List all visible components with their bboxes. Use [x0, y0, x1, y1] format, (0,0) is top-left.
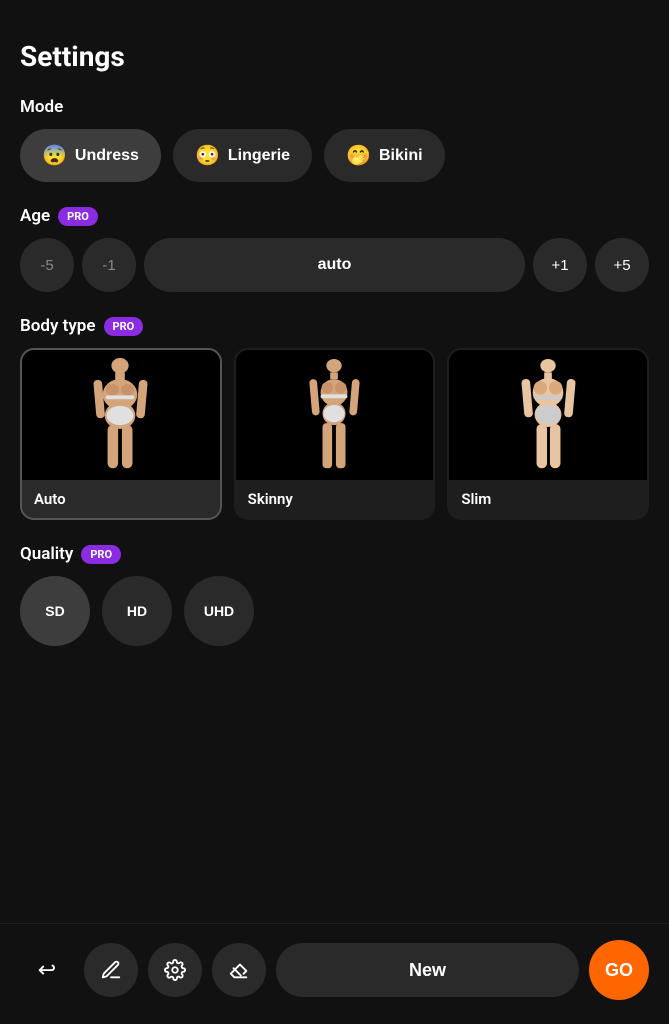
quality-hd-btn[interactable]: HD — [102, 576, 172, 646]
body-card-skinny-image — [236, 350, 434, 480]
back-button[interactable]: ↩ — [20, 943, 74, 997]
quality-uhd-btn[interactable]: UHD — [184, 576, 254, 646]
mode-buttons-group: 😨 Undress 😳 Lingerie 🤭 Bikini — [20, 129, 649, 182]
mode-btn-bikini[interactable]: 🤭 Bikini — [324, 129, 444, 182]
age-auto-btn[interactable]: auto — [144, 238, 525, 292]
lingerie-emoji: 😳 — [195, 143, 220, 168]
quality-label: Quality — [20, 544, 73, 564]
mode-btn-lingerie[interactable]: 😳 Lingerie — [173, 129, 312, 182]
page-title: Settings — [20, 40, 649, 73]
gear-icon — [164, 959, 186, 981]
age-minus1-btn[interactable]: -1 — [82, 238, 136, 292]
go-button[interactable]: GO — [589, 940, 649, 1000]
body-card-skinny[interactable]: Skinny — [234, 348, 436, 520]
bikini-emoji: 🤭 — [346, 143, 371, 168]
mode-section: Mode 😨 Undress 😳 Lingerie 🤭 Bikini — [20, 97, 649, 182]
eraser-icon — [228, 959, 250, 981]
age-label-row: Age PRO — [20, 206, 649, 226]
mode-btn-undress[interactable]: 😨 Undress — [20, 129, 161, 182]
body-card-auto-label: Auto — [22, 480, 220, 518]
body-card-slim[interactable]: Slim — [447, 348, 649, 520]
age-minus5-btn[interactable]: -5 — [20, 238, 74, 292]
quality-label-row: Quality PRO — [20, 544, 649, 564]
new-label: New — [409, 960, 446, 981]
undress-label: Undress — [75, 147, 139, 165]
go-label: GO — [605, 960, 633, 981]
body-card-auto-image — [22, 350, 220, 480]
body-type-section: Body type PRO — [20, 316, 649, 520]
body-card-slim-label: Slim — [449, 480, 647, 518]
eraser-button[interactable] — [212, 943, 266, 997]
body-card-auto[interactable]: Auto — [20, 348, 222, 520]
age-pro-badge: PRO — [58, 207, 98, 226]
body-type-pro-badge: PRO — [104, 317, 144, 336]
body-type-cards-group: Auto — [20, 348, 649, 520]
brush-icon — [100, 959, 122, 981]
age-plus5-btn[interactable]: +5 — [595, 238, 649, 292]
quality-sd-btn[interactable]: SD — [20, 576, 90, 646]
settings-button[interactable] — [148, 943, 202, 997]
age-buttons-group: -5 -1 auto +1 +5 — [20, 238, 649, 292]
quality-buttons-group: SD HD UHD — [20, 576, 649, 646]
body-card-slim-image — [449, 350, 647, 480]
bottom-spacer — [20, 670, 649, 760]
age-plus1-btn[interactable]: +1 — [533, 238, 587, 292]
brush-button[interactable] — [84, 943, 138, 997]
lingerie-label: Lingerie — [228, 147, 290, 165]
body-type-label: Body type — [20, 316, 96, 336]
settings-page: Settings Mode 😨 Undress 😳 Lingerie 🤭 Bik… — [0, 0, 669, 780]
back-icon: ↩ — [38, 957, 56, 983]
undress-emoji: 😨 — [42, 143, 67, 168]
age-section: Age PRO -5 -1 auto +1 +5 — [20, 206, 649, 292]
bottom-bar: ↩ New GO — [0, 923, 669, 1024]
body-type-label-row: Body type PRO — [20, 316, 649, 336]
new-button[interactable]: New — [276, 943, 579, 997]
body-card-skinny-label: Skinny — [236, 480, 434, 518]
bikini-label: Bikini — [379, 147, 423, 165]
quality-section: Quality PRO SD HD UHD — [20, 544, 649, 646]
mode-label: Mode — [20, 97, 649, 117]
age-label: Age — [20, 206, 50, 226]
quality-pro-badge: PRO — [81, 545, 121, 564]
